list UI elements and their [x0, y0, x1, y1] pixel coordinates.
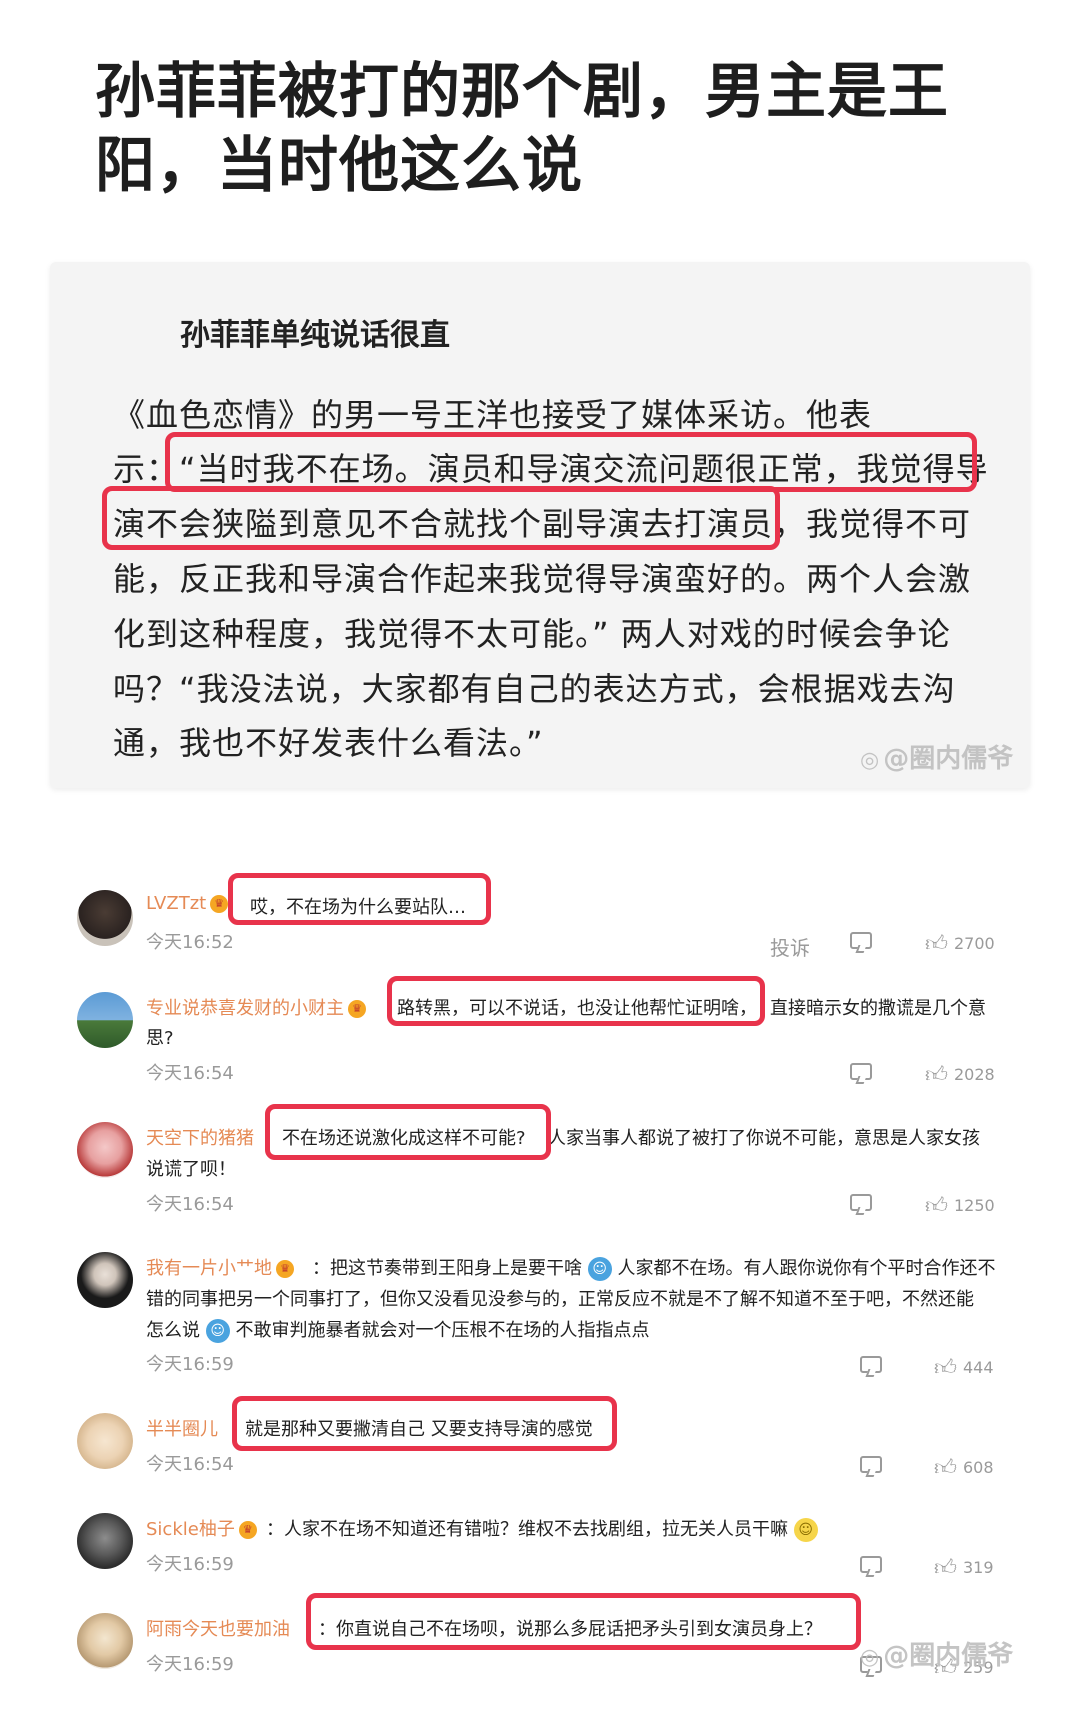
- watermark-logo-icon: ◎: [860, 1645, 880, 1670]
- like-icon: 👍︎: [925, 1063, 948, 1088]
- comment-username[interactable]: 天空下的猪猪: [146, 1124, 254, 1150]
- emoji-icon: ☺: [793, 1518, 818, 1542]
- reply-button[interactable]: [850, 1063, 872, 1080]
- like-icon: 👍︎: [934, 1356, 957, 1381]
- avatar[interactable]: [77, 890, 133, 946]
- comment-username[interactable]: 阿雨今天也要加油: [146, 1615, 290, 1641]
- reply-button[interactable]: [860, 1356, 882, 1373]
- avatar[interactable]: [77, 1122, 133, 1178]
- post-headline: 孙菲菲被打的那个剧，男主是王 阳，当时他这么说: [95, 55, 995, 203]
- like-button[interactable]: 👍︎ 444: [934, 1354, 994, 1381]
- comment-time: 今天16:54: [146, 1454, 234, 1475]
- article-line-5: 化到这种程度，我觉得不太可能。” 两人对戏的时候会争论: [113, 615, 951, 653]
- reply-icon: [860, 1356, 882, 1373]
- comment-text-rest: 人家当事人都说了被打了你说不可能，意思是人家女孩: [548, 1128, 980, 1149]
- avatar[interactable]: [77, 1613, 133, 1669]
- watermark: ◎ @圈内儒爷: [860, 744, 1014, 774]
- avatar[interactable]: [77, 1413, 133, 1469]
- like-icon: 👍︎: [925, 1194, 948, 1219]
- avatar[interactable]: [77, 1513, 133, 1569]
- reply-button[interactable]: [860, 1456, 882, 1473]
- reply-button[interactable]: [860, 1556, 882, 1573]
- comment-text-line-2: 思?: [146, 1028, 174, 1049]
- emoji-icon: ☺: [205, 1319, 230, 1343]
- comment-text: ：人家不在场不知道还有错啦？维权不去找剧组，拉无关人员干嘛 ☺: [266, 1515, 818, 1542]
- avatar[interactable]: [77, 1252, 133, 1308]
- article-heading: 孙菲菲单纯说话很直: [180, 318, 450, 353]
- article-line-6: 吗？“我没法说，大家都有自己的表达方式，会根据戏去沟: [113, 670, 956, 708]
- reply-icon: [850, 932, 872, 949]
- comment-username[interactable]: 半半圈儿: [146, 1415, 218, 1441]
- comment-time: 今天16:59: [146, 1554, 234, 1575]
- comment-time: 今天16:59: [146, 1354, 234, 1375]
- highlight-box: [232, 1396, 617, 1451]
- highlight-box: [165, 432, 977, 492]
- watermark-logo-icon: ◎: [860, 748, 880, 773]
- reply-button[interactable]: [850, 932, 872, 949]
- comment-text-line-2: 说谎了呗！: [146, 1159, 236, 1180]
- watermark: ◎ @圈内儒爷: [860, 1641, 1014, 1671]
- like-button[interactable]: 👍︎ 2700: [925, 930, 995, 957]
- highlight-box: [228, 873, 491, 925]
- report-button[interactable]: 投诉: [770, 932, 810, 961]
- headline-line-2: 阳，当时他这么说: [95, 131, 583, 201]
- comment-text-line-3: 怎么说 ☺ 不敢审判施暴者就会对一个压根不在场的人指指点点: [146, 1319, 650, 1343]
- highlight-box: [387, 976, 765, 1026]
- vip-badge-icon: ♛: [348, 1000, 366, 1018]
- highlight-box: [265, 1104, 551, 1160]
- like-button[interactable]: 👍︎ 1250: [925, 1192, 995, 1219]
- comment-username[interactable]: 我有一片小艹地 ♛: [146, 1254, 294, 1280]
- like-icon: 👍︎: [934, 1456, 957, 1481]
- emoji-icon: ☺: [587, 1257, 612, 1281]
- reply-icon: [850, 1194, 872, 1211]
- article-line-1: 《血色恋情》的男一号王洋也接受了媒体采访。他表: [113, 396, 873, 434]
- comment-username[interactable]: 专业说恭喜发财的小财主 ♛: [146, 994, 366, 1020]
- comment-text: ：把这节奏带到王阳身上是要干啥 ☺ 人家都不在场。有人跟你说你有个平时合作还不: [312, 1257, 996, 1281]
- like-icon: 👍︎: [934, 1556, 957, 1581]
- reply-icon: [850, 1063, 872, 1080]
- highlight-box: [102, 486, 780, 550]
- comment-username[interactable]: LVZTzt ♛: [146, 893, 229, 914]
- reply-icon: [860, 1556, 882, 1573]
- reply-icon: [860, 1456, 882, 1473]
- like-icon: 👍︎: [925, 932, 948, 957]
- comment-time: 今天16:54: [146, 1194, 234, 1215]
- article-line-4: 能，反正我和导演合作起来我觉得导演蛮好的。两个人会激: [113, 560, 972, 598]
- vip-badge-icon: ♛: [210, 895, 229, 913]
- avatar[interactable]: [77, 992, 133, 1048]
- highlight-box: [306, 1593, 861, 1650]
- like-button[interactable]: 👍︎ 2028: [925, 1061, 995, 1088]
- article-line-7: 通，我也不好发表什么看法。”: [113, 724, 544, 762]
- comment-text-line-2: 错的同事把另一个同事打了，但你又没看见没参与的，正常反应不就是不了解不知道不至于…: [146, 1289, 974, 1310]
- reply-button[interactable]: [850, 1194, 872, 1211]
- like-button[interactable]: 👍︎ 608: [934, 1454, 994, 1481]
- comment-time: 今天16:59: [146, 1654, 234, 1675]
- vip-badge-icon: ♛: [238, 1521, 257, 1539]
- comment-username[interactable]: Sickle柚子 ♛: [146, 1515, 257, 1541]
- comment-time: 今天16:52: [146, 932, 234, 953]
- comment-text-rest: 直接暗示女的撒谎是几个意: [770, 998, 986, 1019]
- like-button[interactable]: 👍︎ 319: [934, 1554, 994, 1581]
- vip-badge-icon: ♛: [276, 1260, 294, 1278]
- headline-line-1: 孙菲菲被打的那个剧，男主是王: [95, 57, 949, 127]
- comment-time: 今天16:54: [146, 1063, 234, 1084]
